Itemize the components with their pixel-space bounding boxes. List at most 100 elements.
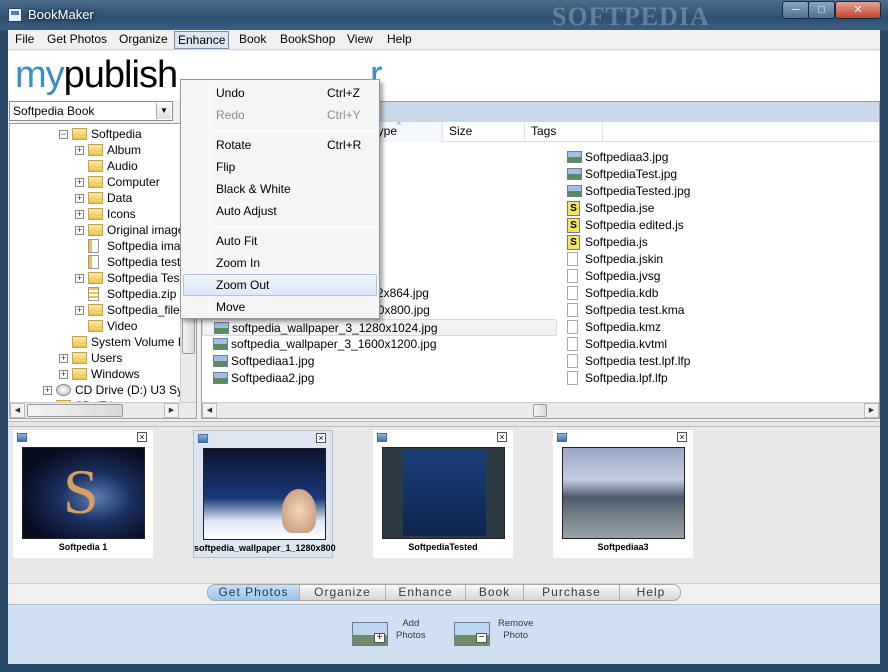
- tab-enhance[interactable]: Enhance: [386, 585, 466, 600]
- menu-item-zoom-in[interactable]: Zoom In: [183, 252, 377, 274]
- expand-icon[interactable]: +: [75, 194, 84, 203]
- expand-icon[interactable]: +: [75, 210, 84, 219]
- folder-icon: [88, 272, 103, 284]
- scroll-right-icon[interactable]: ▶: [864, 403, 879, 418]
- remove-icon[interactable]: ×: [677, 432, 687, 442]
- file-name: Softpedia.jvsg: [585, 269, 661, 283]
- expand-icon[interactable]: +: [75, 178, 84, 187]
- tab-get-photos[interactable]: Get Photos: [208, 585, 300, 600]
- expand-icon[interactable]: +: [75, 146, 84, 155]
- tab-book[interactable]: Book: [466, 585, 524, 600]
- undo-label: Undo: [216, 86, 245, 100]
- file-name: Softpedia edited.js: [585, 218, 684, 232]
- remove-icon[interactable]: ×: [316, 433, 326, 443]
- file-item[interactable]: Softpedia.kvtml: [556, 336, 806, 353]
- client-area: File Get Photos Organize Enhance Book Bo…: [8, 30, 880, 664]
- scroll-right-icon[interactable]: ▶: [164, 403, 179, 418]
- add-photos-button[interactable]: + Add Photos: [352, 618, 442, 650]
- script-file-icon: S: [567, 201, 580, 216]
- minimize-button[interactable]: ─: [782, 1, 809, 19]
- menu-item-zoom-out[interactable]: Zoom Out: [183, 274, 377, 296]
- file-item[interactable]: SoftpediaTested.jpg: [556, 183, 806, 200]
- expand-icon[interactable]: +: [59, 370, 68, 379]
- file-item[interactable]: S Softpedia edited.js: [556, 217, 806, 234]
- thumbnail-caption: softpedia_wallpaper_1_1280x800: [194, 543, 336, 553]
- file-item[interactable]: S Softpedia.jse: [556, 200, 806, 217]
- file-item[interactable]: SoftpediaTest.jpg: [556, 166, 806, 183]
- menu-view[interactable]: View: [344, 31, 376, 49]
- remove-icon[interactable]: ×: [497, 432, 507, 442]
- scroll-left-icon[interactable]: ◀: [10, 403, 25, 418]
- close-button[interactable]: ✕: [835, 1, 881, 19]
- file-item[interactable]: Softpediaa2.jpg: [202, 370, 452, 387]
- menu-enhance[interactable]: Enhance: [174, 31, 230, 49]
- maximize-button[interactable]: □: [808, 1, 835, 19]
- expand-icon[interactable]: +: [43, 386, 52, 395]
- tab-purchase[interactable]: Purchase: [524, 585, 620, 600]
- menu-item-move[interactable]: Move: [183, 296, 377, 318]
- menu-item-black-white[interactable]: Black & White: [183, 178, 377, 200]
- scroll-left-icon[interactable]: ◀: [202, 403, 217, 418]
- menu-organize[interactable]: Organize: [116, 31, 171, 49]
- file-item[interactable]: Softpedia.jvsg: [556, 268, 806, 285]
- expand-icon[interactable]: +: [75, 226, 84, 235]
- chevron-down-icon[interactable]: ▼: [156, 103, 171, 119]
- menu-item-undo[interactable]: Undo Ctrl+Z: [183, 82, 377, 104]
- menu-book[interactable]: Book: [236, 31, 269, 49]
- menu-help[interactable]: Help: [384, 31, 415, 49]
- file-item[interactable]: softpedia_wallpaper_3_1600x1200.jpg: [202, 336, 452, 353]
- tree-item-label: Icons: [107, 207, 136, 221]
- menu-item-auto-fit[interactable]: Auto Fit: [183, 230, 377, 252]
- column-tags[interactable]: Tags: [525, 122, 603, 142]
- file-item[interactable]: Softpedia.kdb: [556, 285, 806, 302]
- album-select[interactable]: Softpedia Book ▼: [9, 101, 173, 121]
- file-item[interactable]: Softpedia test.kma: [556, 302, 806, 319]
- file-hscroll-thumb[interactable]: [533, 404, 547, 417]
- file-item[interactable]: S Softpedia.js: [556, 234, 806, 251]
- expand-icon[interactable]: +: [59, 354, 68, 363]
- file-item[interactable]: Softpediaa1.jpg: [202, 353, 452, 370]
- menu-item-auto-adjust[interactable]: Auto Adjust: [183, 200, 377, 222]
- menu-get-photos[interactable]: Get Photos: [44, 31, 110, 49]
- logo-my: my: [15, 54, 65, 96]
- tree-horizontal-scrollbar[interactable]: ◀ ▶: [10, 402, 196, 418]
- zoom-in-label: Zoom In: [216, 256, 261, 270]
- app-logo: mypublish: [15, 54, 178, 97]
- thumbnail-item-selected[interactable]: × softpedia_wallpaper_1_1280x800: [193, 430, 336, 558]
- image-file-icon: [213, 355, 228, 367]
- thumbnail-item[interactable]: × S Softpedia 1: [13, 430, 153, 558]
- file-item[interactable]: Softpedia.lpf.lfp: [556, 370, 806, 387]
- file-name: Softpedia test.kma: [585, 303, 685, 317]
- expand-icon[interactable]: +: [75, 274, 84, 283]
- file-icon: [88, 255, 99, 269]
- tab-help[interactable]: Help: [620, 585, 680, 600]
- file-list-horizontal-scrollbar[interactable]: ◀ ▶: [202, 402, 879, 418]
- rotate-label: Rotate: [216, 138, 252, 152]
- zoom-out-label: Zoom Out: [216, 278, 270, 292]
- remove-photo-button[interactable]: − Remove Photo: [454, 618, 554, 650]
- menu-item-redo[interactable]: Redo Ctrl+Y: [183, 104, 377, 126]
- thumbnail-item[interactable]: × Softpediaa3: [553, 430, 693, 558]
- tree-item-label: Audio: [107, 159, 138, 173]
- file-item[interactable]: Softpediaa3.jpg: [556, 149, 806, 166]
- tab-organize[interactable]: Organize: [300, 585, 386, 600]
- tree-item-label: CD Drive (D:) U3 Syste: [75, 383, 197, 397]
- file-item[interactable]: Softpedia test.lpf.lfp: [556, 353, 806, 370]
- menu-item-rotate[interactable]: Rotate Ctrl+R: [183, 134, 377, 156]
- menu-file[interactable]: File: [12, 31, 37, 49]
- action-panel: + Add Photos − Remove Photo: [8, 604, 880, 664]
- thumbnail-item[interactable]: × SoftpediaTested: [373, 430, 513, 558]
- remove-icon[interactable]: ×: [137, 432, 147, 442]
- menu-item-flip[interactable]: Flip: [183, 156, 377, 178]
- menu-bookshop[interactable]: BookShop: [277, 31, 338, 49]
- folder-icon: [88, 320, 103, 332]
- file-name: softpedia_wallpaper_3_1600x1200.jpg: [231, 337, 437, 351]
- file-item[interactable]: Softpedia.kmz: [556, 319, 806, 336]
- file-item[interactable]: Softpedia.jskin: [556, 251, 806, 268]
- file-name: Softpedia.js: [585, 235, 648, 249]
- collapse-icon[interactable]: −: [59, 130, 68, 139]
- column-size[interactable]: Size: [443, 122, 525, 142]
- expand-icon[interactable]: +: [75, 306, 84, 315]
- file-item[interactable]: softpedia_wallpaper_3_1280x1024.jpg: [202, 319, 557, 336]
- tree-hscroll-thumb[interactable]: [27, 404, 123, 417]
